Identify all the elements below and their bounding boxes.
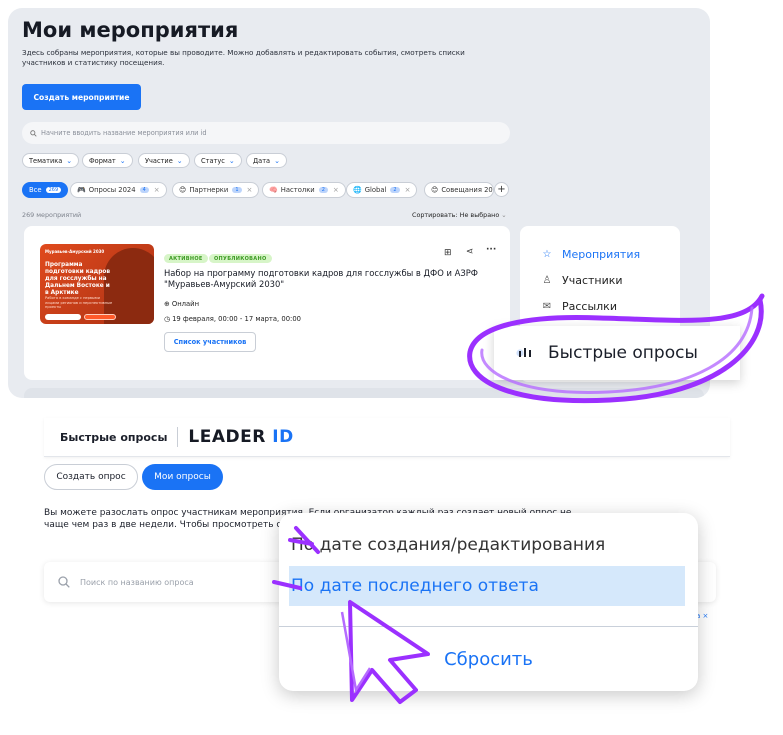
event-poster: Муравьев-Амурский 2030 Программа подгото… [40, 244, 154, 324]
globe-icon: 🌐 [353, 186, 362, 194]
search-icon [58, 576, 70, 588]
quick-surveys-menu-item[interactable]: Быстрые опросы [494, 326, 740, 380]
poster-pill [84, 314, 116, 320]
tag-all[interactable]: Все 269 [22, 182, 69, 198]
survey-search-placeholder: Поиск по названию опроса [80, 577, 194, 587]
page-description: Здесь собраны мероприятия, которые вы пр… [22, 48, 465, 67]
filter-status[interactable]: Статус ⌄ [194, 153, 242, 168]
sort-dropdown: По дате создания/редактирования По дате … [279, 513, 698, 691]
folder-add-icon[interactable]: ⊞ [444, 248, 452, 258]
side-menu-participants[interactable]: ♙ Участники [540, 274, 623, 287]
brain-icon: 🧠 [269, 186, 278, 194]
side-menu-events[interactable]: ☆ Мероприятия [540, 248, 641, 261]
bar-chart-icon [516, 348, 531, 357]
side-menu-mailings[interactable]: ✉ Рассылки [540, 300, 617, 313]
reset-sort-button[interactable]: Сбросить [279, 649, 698, 670]
plus-icon: + [497, 184, 506, 195]
event-card-partial [24, 388, 704, 398]
poster-pill [45, 314, 81, 320]
surveys-header: Быстрые опросы LEADER ID [44, 418, 730, 457]
tag-partners[interactable]: 😊 Партнерки 1 × [172, 182, 260, 198]
share-icon[interactable]: ⋖ [466, 247, 474, 257]
event-title[interactable]: Набор на программу подготовки кадров для… [164, 268, 494, 290]
chevron-down-icon: ⌄ [176, 156, 183, 165]
filter-format[interactable]: Формат ⌄ [82, 153, 133, 168]
close-icon[interactable]: × [333, 186, 339, 194]
chevron-down-icon: ⌄ [228, 156, 235, 165]
chevron-down-icon: ⌄ [119, 156, 126, 165]
close-icon[interactable]: × [247, 186, 253, 194]
filter-participation[interactable]: Участие ⌄ [138, 153, 190, 168]
sort-option-last-answer[interactable]: По дате последнего ответа [289, 566, 685, 606]
close-icon[interactable]: × [405, 186, 411, 194]
tag-boardgames[interactable]: 🧠 Настолки 2 × [262, 182, 346, 198]
tag-global[interactable]: 🌐 Global 2 × [346, 182, 418, 198]
header-divider [177, 427, 179, 447]
tab-create-survey[interactable]: Создать опрос [44, 464, 138, 490]
leader-id-logo[interactable]: LEADER ID [188, 427, 293, 447]
globe-icon: ⊕ [164, 300, 170, 308]
sort-control[interactable]: Сортировать: Не выбрано ⌄ [412, 211, 507, 219]
event-card[interactable]: Муравьев-Амурский 2030 Программа подгото… [24, 226, 510, 380]
participants-list-button[interactable]: Список участников [164, 332, 256, 352]
events-count: 269 мероприятий [22, 211, 82, 219]
event-date: ◷ 19 февраля, 00:00 - 17 марта, 00:00 [164, 315, 301, 323]
poster-logo: Муравьев-Амурский 2030 [45, 249, 105, 254]
star-icon: ☆ [542, 249, 552, 260]
close-icon[interactable]: × [154, 186, 160, 194]
event-search-input[interactable]: Начните вводить название мероприятия или… [22, 122, 510, 144]
user-icon: ♙ [542, 275, 552, 286]
status-badge-published: ОПУБЛИКОВАНО [209, 254, 272, 263]
gamepad-icon: 🎮 [77, 186, 86, 194]
smile-icon: 😊 [431, 186, 439, 194]
quick-surveys-label: Быстрые опросы [548, 343, 698, 363]
chevron-down-icon: ⌄ [501, 211, 507, 219]
surveys-title: Быстрые опросы [60, 430, 168, 444]
tab-my-surveys[interactable]: Мои опросы [142, 464, 223, 490]
search-icon [30, 129, 37, 137]
status-badge-active: АКТИВНОЕ [164, 254, 208, 263]
filter-date[interactable]: Дата ⌄ [246, 153, 287, 168]
tag-surveys-2024[interactable]: 🎮 Опросы 2024 4 × [70, 182, 167, 198]
mail-icon: ✉ [542, 301, 552, 312]
clock-icon: ◷ [164, 315, 170, 323]
chevron-down-icon: ⌄ [66, 156, 73, 165]
create-event-button[interactable]: Создать мероприятие [22, 84, 141, 110]
poster-headline: Программа подготовки кадров для госслужб… [45, 262, 111, 296]
divider [279, 626, 698, 627]
more-icon[interactable]: ··· [486, 245, 496, 255]
page-title: Мои мероприятия [22, 18, 239, 42]
filter-topic[interactable]: Тематика ⌄ [22, 153, 80, 168]
sort-option-created[interactable]: По дате создания/редактирования [289, 525, 685, 565]
chevron-down-icon: ⌄ [274, 156, 280, 165]
tag-meetings[interactable]: 😊 Совещания 20 [424, 182, 494, 198]
poster-subtitle: Работа в команде с первыми лицами регион… [45, 296, 113, 309]
event-format: ⊕ Онлайн [164, 300, 200, 308]
add-tag-button[interactable]: + [494, 182, 509, 197]
event-search-placeholder: Начните вводить название мероприятия или… [41, 129, 207, 137]
smile-icon: 😊 [179, 186, 187, 194]
